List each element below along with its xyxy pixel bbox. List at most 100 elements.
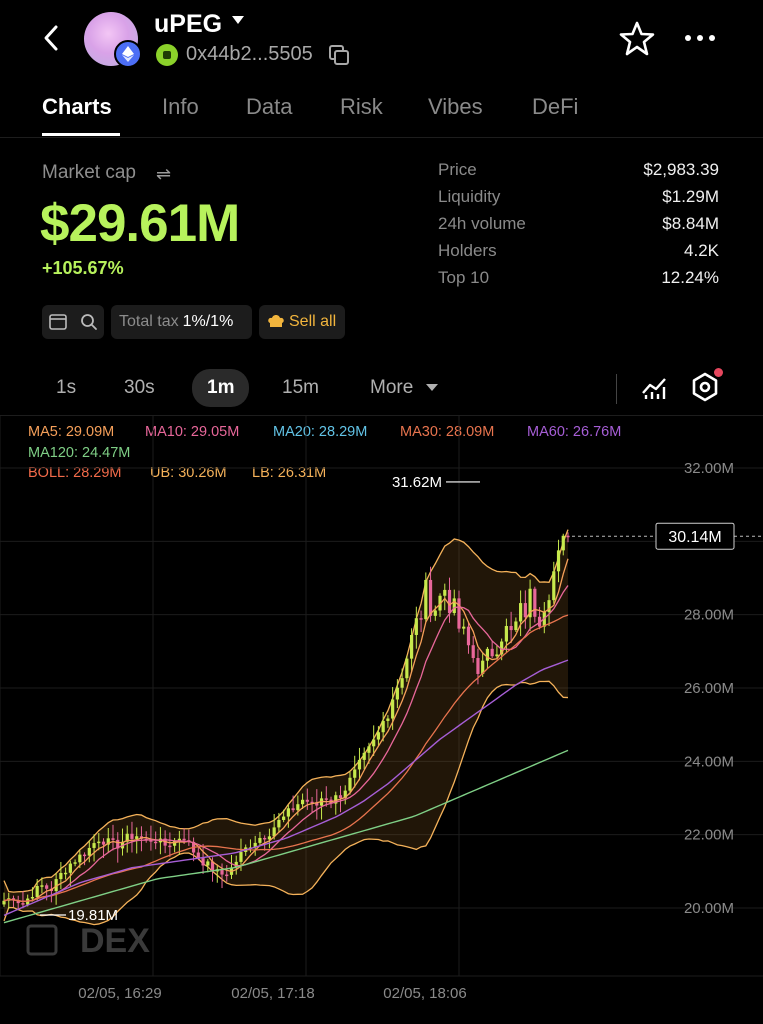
candle-body <box>78 854 82 863</box>
candle-body <box>490 648 494 657</box>
candle-body <box>324 798 328 800</box>
candle-body <box>362 752 366 760</box>
candle-body <box>443 589 447 596</box>
candle-body <box>400 678 404 688</box>
tab-charts[interactable]: Charts <box>42 94 112 120</box>
star-icon[interactable] <box>618 20 656 58</box>
market-cap-label: Market cap <box>42 162 136 183</box>
tab-info[interactable]: Info <box>162 94 199 120</box>
y-tick-label: 22.00M <box>684 827 734 844</box>
total-tax-chip[interactable]: Total tax 1%/1% <box>111 305 252 339</box>
candle-body <box>101 841 106 845</box>
candle-body <box>258 837 262 843</box>
interval-1m[interactable]: 1m <box>192 369 250 407</box>
watermark-logo <box>26 924 58 956</box>
contract-address: 0x44b2...5505 <box>186 43 313 65</box>
x-tick-label: 02/05, 17:18 <box>231 985 314 1002</box>
chevron-down-icon[interactable] <box>426 384 438 391</box>
sell-all-button[interactable]: Sell all <box>259 305 345 339</box>
ethereum-chain-icon <box>114 40 142 68</box>
candle-body <box>111 838 115 840</box>
candle-body <box>64 872 68 875</box>
candle-body <box>92 843 96 848</box>
candle-body <box>419 618 423 620</box>
tab-risk[interactable]: Risk <box>340 94 383 120</box>
divider <box>616 374 617 404</box>
divider <box>0 137 763 138</box>
chevron-down-icon[interactable] <box>232 16 244 24</box>
candle-body <box>267 836 272 840</box>
swap-metric-icon[interactable]: ⇌ <box>156 164 171 185</box>
stat-top10-value: 12.24% <box>661 268 719 287</box>
indicators-icon[interactable] <box>640 373 668 401</box>
browser-icon[interactable] <box>48 314 67 330</box>
candle-body <box>59 873 63 880</box>
tab-data[interactable]: Data <box>246 94 292 120</box>
candle-body <box>282 816 286 820</box>
candle-body <box>395 687 399 700</box>
candle-body <box>338 795 343 798</box>
interval-30s[interactable]: 30s <box>124 377 155 399</box>
active-tab-indicator <box>42 133 120 136</box>
price-chart[interactable]: 32.00M30.00M28.00M26.00M24.00M22.00M20.0… <box>0 416 763 1006</box>
x-tick-label: 02/05, 18:06 <box>383 985 466 1002</box>
candle-body <box>206 861 210 866</box>
candle-body <box>381 720 385 733</box>
watermark: DEX <box>80 922 150 960</box>
candle-body <box>566 535 570 538</box>
candle-body <box>556 550 561 572</box>
y-tick-label: 26.00M <box>684 680 734 697</box>
tools-chip[interactable] <box>42 305 104 339</box>
candle-body <box>225 874 229 877</box>
candle-body <box>405 658 409 679</box>
candle-body <box>424 579 428 620</box>
y-tick-label: 20.00M <box>684 900 734 917</box>
candle-body <box>509 625 513 631</box>
candle-body <box>386 718 390 721</box>
candle-body <box>154 841 158 844</box>
market-cap-value: $29.61M <box>40 194 240 253</box>
candle-body <box>30 897 35 899</box>
candle-body <box>471 645 475 659</box>
token-name[interactable]: uPEG <box>154 10 222 39</box>
candle-body <box>485 648 490 661</box>
search-icon[interactable] <box>80 313 98 331</box>
interval-1s[interactable]: 1s <box>56 377 76 399</box>
market-cap-change: +105.67% <box>42 258 124 278</box>
candle-body <box>196 852 200 859</box>
stat-volume-label: 24h volume <box>438 214 526 233</box>
candle-body <box>21 903 25 905</box>
candle-body <box>300 799 305 805</box>
candle-body <box>182 838 186 841</box>
candle-body <box>68 863 72 873</box>
candle-body <box>391 699 395 719</box>
stat-holders-label: Holders <box>438 241 497 260</box>
more-options-icon[interactable] <box>682 30 718 46</box>
stat-volume-value: $8.84M <box>662 214 719 233</box>
back-icon[interactable] <box>38 22 66 54</box>
y-tick-label: 32.00M <box>684 460 734 477</box>
verified-badge-icon <box>156 44 178 66</box>
candle-body <box>35 885 39 898</box>
y-tick-label: 28.00M <box>684 607 734 624</box>
candle-body <box>201 858 205 866</box>
candle-body <box>305 799 309 802</box>
candle-body <box>462 626 466 629</box>
candle-body <box>514 621 518 631</box>
stat-liquidity-value: $1.29M <box>662 187 719 206</box>
copy-icon[interactable] <box>328 44 350 66</box>
candle-body <box>552 571 556 601</box>
stat-liquidity-label: Liquidity <box>438 187 501 206</box>
candle-body <box>519 603 523 622</box>
interval-15m[interactable]: 15m <box>282 377 319 399</box>
candle-body <box>466 626 471 646</box>
interval-more[interactable]: More <box>370 377 413 399</box>
stat-price-label: Price <box>438 160 477 179</box>
candle-body <box>447 589 452 614</box>
tab-vibes[interactable]: Vibes <box>428 94 483 120</box>
total-tax-value: 1%/1% <box>182 313 234 330</box>
candle-body <box>433 610 437 616</box>
tab-defi[interactable]: DeFi <box>532 94 578 120</box>
candle-body <box>504 625 508 642</box>
candle-body <box>2 900 6 905</box>
